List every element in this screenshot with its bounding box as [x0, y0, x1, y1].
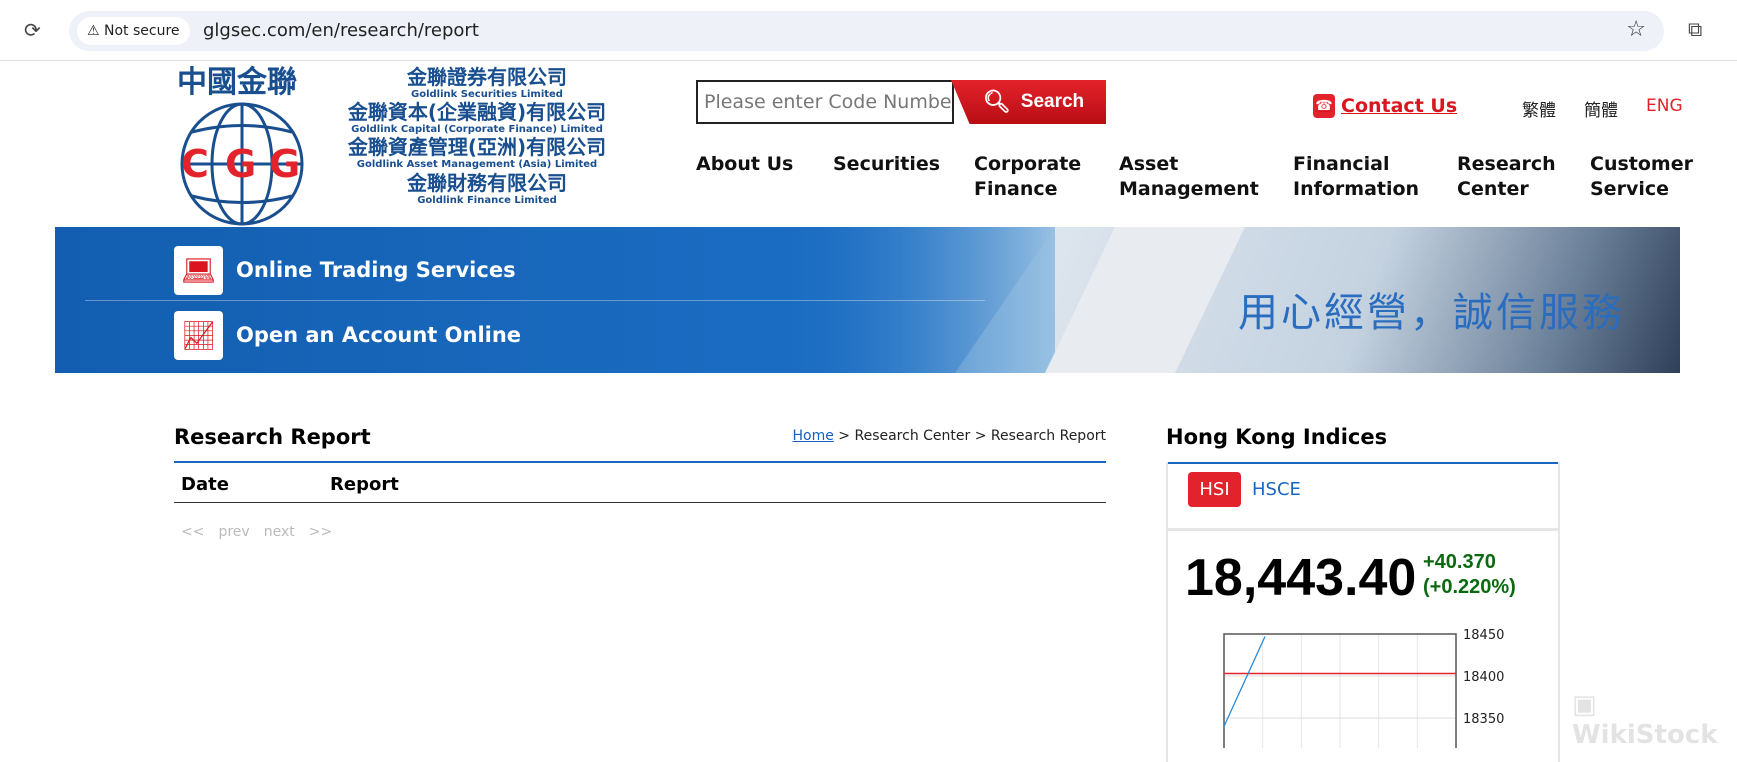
nav-label: Corporate: [974, 153, 1082, 175]
lang-traditional[interactable]: 繁體: [1522, 96, 1556, 121]
code-search-input[interactable]: [696, 80, 954, 124]
lang-english[interactable]: ENG: [1646, 96, 1683, 116]
bookmark-star-icon[interactable]: ☆: [1626, 17, 1646, 42]
tab-hsce[interactable]: HSCE: [1252, 479, 1301, 500]
nav-securities[interactable]: Securities: [833, 152, 940, 177]
svg-text:Goldlink Securities Limited: Goldlink Securities Limited: [411, 89, 563, 100]
nav-label: Financial: [1293, 153, 1390, 175]
svg-text:金聯證券有限公司: 金聯證券有限公司: [406, 65, 567, 89]
nav-label: Finance: [974, 178, 1058, 200]
breadcrumb-current: Research Report: [990, 428, 1106, 444]
prev-page-button[interactable]: prev: [218, 524, 249, 540]
index-value: 18,443.40: [1185, 549, 1417, 607]
title-divider: [174, 461, 1106, 463]
svg-text:G: G: [269, 142, 300, 186]
breadcrumb: Home > Research Center > Research Report: [792, 428, 1107, 444]
nav-label: About Us: [696, 153, 794, 175]
lang-simplified[interactable]: 簡體: [1584, 96, 1618, 121]
reload-icon[interactable]: ⟳: [24, 18, 41, 42]
nav-label: Securities: [833, 153, 941, 175]
nav-corporate-finance[interactable]: Corporate Finance: [974, 152, 1081, 202]
nav-label: Customer: [1590, 153, 1693, 175]
svg-text:金聯資產管理(亞洲)有限公司: 金聯資產管理(亞洲)有限公司: [347, 135, 606, 159]
phone-icon: ☎: [1313, 94, 1335, 118]
index-line: [1223, 636, 1266, 727]
url-text[interactable]: glgsec.com/en/research/report: [203, 20, 479, 41]
extensions-icon[interactable]: ⧉: [1688, 17, 1702, 41]
watermark-text: WikiStock: [1572, 720, 1718, 750]
nav-label: Asset: [1119, 153, 1179, 175]
banner-separator: [85, 300, 985, 301]
column-header-report: Report: [330, 474, 399, 495]
last-page-button[interactable]: >>: [309, 524, 332, 540]
contact-label: Contact Us: [1341, 95, 1458, 117]
y-tick-label: 18350: [1463, 712, 1504, 727]
svg-text:Goldlink Asset Management (Asi: Goldlink Asset Management (Asia) Limited: [357, 159, 597, 170]
first-page-button[interactable]: <<: [181, 524, 204, 540]
svg-text:Goldlink Capital (Corporate Fi: Goldlink Capital (Corporate Finance) Lim…: [351, 124, 603, 135]
pagination: << prev next >>: [181, 524, 332, 540]
company-logo[interactable]: 中國金聯 C G G 金聯證券有限公司Goldlink Securities L…: [177, 64, 622, 227]
search-icon: 🔍︎: [982, 89, 1011, 114]
nav-label: Research: [1457, 153, 1556, 175]
page-title: Research Report: [174, 425, 371, 449]
index-chart: 18450 18400 18350: [1223, 628, 1504, 748]
nav-asset-management[interactable]: Asset Management: [1119, 152, 1259, 202]
address-bar[interactable]: ⚠ Not secure glgsec.com/en/research/repo…: [69, 11, 1664, 51]
panel-separator: [1166, 528, 1560, 531]
search-button[interactable]: 🔍︎ Search: [951, 80, 1106, 124]
nav-customer-service[interactable]: Customer Service: [1590, 152, 1693, 202]
security-label: Not secure: [104, 23, 180, 39]
nav-label: Center: [1457, 178, 1529, 200]
nav-label: Management: [1119, 178, 1259, 200]
nav-label: Information: [1293, 178, 1420, 200]
index-change: +40.370: [1423, 551, 1496, 573]
svg-text:C: C: [181, 142, 209, 186]
indices-title: Hong Kong Indices: [1166, 425, 1388, 449]
search-button-label: Search: [1020, 91, 1085, 112]
column-header-date: Date: [181, 474, 229, 495]
banner-slogan: 用心經營，誠信服務: [1238, 290, 1625, 336]
hero-banner: 💻︎ Online Trading Services 📈︎ Open an Ac…: [55, 227, 1680, 373]
svg-text:G: G: [225, 142, 256, 186]
breadcrumb-home[interactable]: Home: [793, 428, 834, 444]
watermark: ▣ WikiStock: [1572, 690, 1718, 750]
browser-toolbar: ⟳ ⚠ Not secure glgsec.com/en/research/re…: [0, 0, 1737, 61]
security-indicator[interactable]: ⚠ Not secure: [77, 17, 190, 45]
y-tick-label: 18400: [1463, 670, 1504, 685]
next-page-button[interactable]: next: [264, 524, 295, 540]
nav-research-center[interactable]: Research Center: [1457, 152, 1556, 202]
online-trading-link[interactable]: Online Trading Services: [236, 258, 516, 282]
table-header-divider: [174, 502, 1106, 503]
contact-us-link[interactable]: ☎ Contact Us: [1313, 94, 1457, 118]
tab-hsi[interactable]: HSI: [1188, 472, 1241, 507]
breadcrumb-item: Research Center: [854, 428, 971, 444]
svg-text:中國金聯: 中國金聯: [177, 65, 297, 100]
growth-chart-icon[interactable]: 📈︎: [174, 311, 223, 360]
laptop-icon[interactable]: 💻︎: [174, 246, 223, 295]
svg-text:金聯資本(企業融資)有限公司: 金聯資本(企業融資)有限公司: [347, 100, 606, 124]
open-account-link[interactable]: Open an Account Online: [236, 323, 521, 347]
nav-financial-information[interactable]: Financial Information: [1293, 152, 1419, 202]
svg-text:金聯財務有限公司: 金聯財務有限公司: [406, 171, 567, 195]
nav-label: Service: [1590, 178, 1669, 200]
index-change-percent: (+0.220%): [1423, 576, 1516, 598]
y-tick-label: 18450: [1463, 628, 1504, 643]
svg-text:Goldlink Finance Limited: Goldlink Finance Limited: [417, 195, 557, 206]
nav-about-us[interactable]: About Us: [696, 152, 793, 177]
